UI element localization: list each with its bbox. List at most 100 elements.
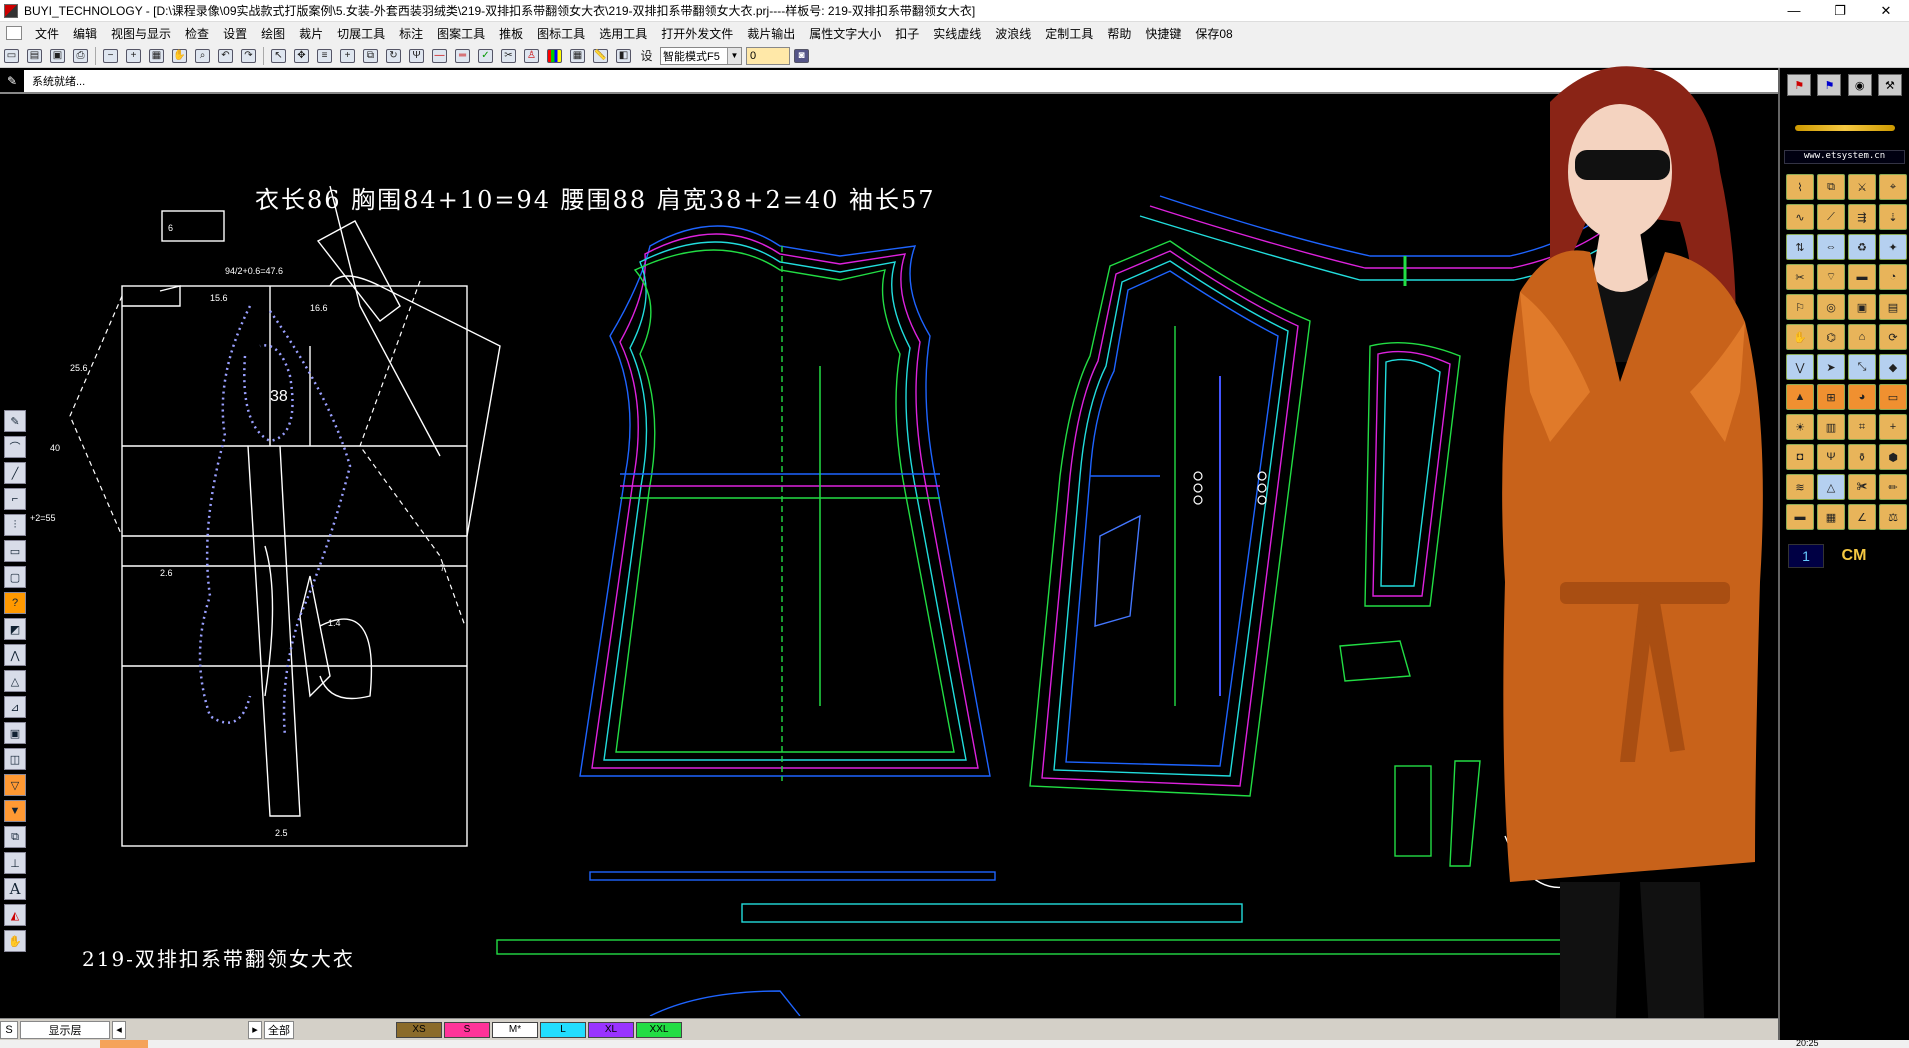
print-button[interactable]: ⎙ <box>70 46 91 66</box>
label-tool-icon[interactable]: ⊞ <box>1817 384 1845 410</box>
system-menu-icon[interactable] <box>6 26 22 40</box>
line-tool-button[interactable]: — <box>429 46 450 66</box>
line-tool-icon[interactable]: ╱ <box>4 462 26 484</box>
fork-tool-button[interactable]: Ψ <box>406 46 427 66</box>
extra-tool-button[interactable]: ◙ <box>791 46 812 66</box>
menu-icon-tools[interactable]: 图标工具 <box>530 25 592 42</box>
camera-icon[interactable]: ◉ <box>1847 74 1872 96</box>
dart-tool-icon[interactable]: ⋀ <box>4 644 26 666</box>
fork-piece-icon[interactable]: Ψ <box>1817 444 1845 470</box>
size-xs-button[interactable]: XS <box>396 1021 442 1038</box>
rotate-piece-icon[interactable]: ⟳ <box>1879 324 1907 350</box>
arrow-piece-icon[interactable]: ➤ <box>1817 354 1845 380</box>
triangle-tool-icon[interactable]: △ <box>4 670 26 692</box>
pencil-piece-icon[interactable]: ✏ <box>1879 474 1907 500</box>
menu-grading[interactable]: 推板 <box>492 25 530 42</box>
corner-tool-icon[interactable]: ⌐ <box>4 488 26 510</box>
grid-tool-button[interactable]: ▦ <box>567 46 588 66</box>
new-file-button[interactable]: ▭ <box>1 46 22 66</box>
unit-cm-label[interactable]: CM <box>1830 544 1878 568</box>
notch-tool-icon[interactable]: ⌔ <box>1817 264 1845 290</box>
save-button[interactable]: ▣ <box>47 46 68 66</box>
dart-piece-icon[interactable]: ⋁ <box>1786 354 1814 380</box>
trace-tool-icon[interactable]: ⌇ <box>1786 174 1814 200</box>
menu-buttons[interactable]: 扣子 <box>888 25 926 42</box>
pattern-tool-button[interactable]: ◧ <box>613 46 634 66</box>
size-xxl-button[interactable]: XXL <box>636 1021 682 1038</box>
mirror-tool-icon[interactable]: ⇔ <box>1817 234 1845 260</box>
copy-tool-button[interactable]: ⧉ <box>360 46 381 66</box>
tools-icon[interactable]: ⚒ <box>1877 74 1902 96</box>
cut-piece-icon[interactable]: ⌬ <box>1817 324 1845 350</box>
chart-tool-icon[interactable]: ▥ <box>1817 414 1845 440</box>
scroll-left-button[interactable]: ◂ <box>112 1020 126 1039</box>
size-m-button[interactable]: M* <box>492 1021 538 1038</box>
mode-select[interactable]: 智能模式F5 ▼ <box>660 46 742 65</box>
align-tool-button[interactable]: ≡ <box>314 46 335 66</box>
color-tool-button[interactable] <box>544 46 565 66</box>
zoom-in-button[interactable]: + <box>123 46 144 66</box>
menu-check[interactable]: 检查 <box>178 25 216 42</box>
disk-tool-icon[interactable]: ▣ <box>4 722 26 744</box>
cross-tool-button[interactable]: + <box>337 46 358 66</box>
cross-cut-icon[interactable]: ✂ <box>1786 264 1814 290</box>
graph-tool-icon[interactable]: ◫ <box>4 748 26 770</box>
fold-tool-icon[interactable]: ◩ <box>4 618 26 640</box>
folder-tool-icon[interactable]: ▭ <box>1879 384 1907 410</box>
layer-select[interactable]: 显示层 <box>20 1020 110 1039</box>
hand-piece-icon[interactable]: ✋ <box>1786 324 1814 350</box>
minimize-button[interactable]: — <box>1771 0 1817 22</box>
measure-tool-button[interactable]: 📏 <box>590 46 611 66</box>
undo-button[interactable]: ↶ <box>215 46 236 66</box>
scroll-right-button[interactable]: ▸ <box>248 1020 262 1039</box>
ring-tool-icon[interactable]: ◎ <box>1817 294 1845 320</box>
menu-wavy-line[interactable]: 波浪线 <box>988 25 1038 42</box>
restore-button[interactable]: ❐ <box>1817 0 1863 22</box>
menu-pieces[interactable]: 裁片 <box>292 25 330 42</box>
curve-edit-icon[interactable]: ∿ <box>1786 204 1814 230</box>
scale-tool-icon[interactable]: ⚖ <box>1879 504 1907 530</box>
recycle-tool-icon[interactable]: ♻ <box>1848 234 1876 260</box>
cup-tool-icon[interactable]: ▽ <box>4 774 26 796</box>
fit-screen-button[interactable]: ▦ <box>146 46 167 66</box>
pen-tool-icon[interactable]: ✎ <box>4 410 26 432</box>
bottle-tool-icon[interactable]: ⚱ <box>1848 444 1876 470</box>
thread-tool-icon[interactable]: ⇣ <box>1879 204 1907 230</box>
seam-tool-icon[interactable]: ▼ <box>4 800 26 822</box>
menu-edit[interactable]: 编辑 <box>66 25 104 42</box>
lamp-tool-icon[interactable]: ☀ <box>1786 414 1814 440</box>
close-button[interactable]: ✕ <box>1863 0 1909 22</box>
open-file-button[interactable]: ▤ <box>24 46 45 66</box>
flag-red-icon[interactable]: ⚑ <box>1787 74 1812 96</box>
square-tool-icon[interactable]: ▢ <box>4 566 26 588</box>
ruler-tool-icon[interactable]: ▬ <box>1848 264 1876 290</box>
menu-solid-dashed[interactable]: 实线虚线 <box>926 25 988 42</box>
s-button[interactable]: S <box>0 1020 18 1039</box>
menu-save08[interactable]: 保存08 <box>1188 25 1239 42</box>
menu-shortcuts[interactable]: 快捷键 <box>1138 25 1188 42</box>
size-l-button[interactable]: L <box>540 1021 586 1038</box>
dash-tool-button[interactable]: ═ <box>452 46 473 66</box>
plus-tool-icon[interactable]: + <box>1879 414 1907 440</box>
pie-tool-icon[interactable]: ◕ <box>1848 384 1876 410</box>
menu-draw[interactable]: 绘图 <box>254 25 292 42</box>
redo-button[interactable]: ↷ <box>238 46 259 66</box>
menu-slash-spread[interactable]: 切展工具 <box>330 25 392 42</box>
scissor-piece-icon[interactable]: ✀ <box>1848 474 1876 500</box>
zoom-out-button[interactable]: − <box>100 46 121 66</box>
help-tool-icon[interactable]: ? <box>4 592 26 614</box>
menu-settings[interactable]: 设置 <box>216 25 254 42</box>
menu-file[interactable]: 文件 <box>28 25 66 42</box>
screen-tool-icon[interactable]: ▤ <box>1879 294 1907 320</box>
menu-attribute-text-size[interactable]: 属性文字大小 <box>802 25 888 42</box>
menu-select-tools[interactable]: 选用工具 <box>592 25 654 42</box>
flag-tool-icon[interactable]: ⚐ <box>1786 294 1814 320</box>
split-tool-icon[interactable]: ⫶ <box>4 514 26 536</box>
unit-one-button[interactable]: 1 <box>1788 544 1824 568</box>
copy-piece-icon[interactable]: ⧉ <box>1817 174 1845 200</box>
size-s-button[interactable]: S <box>444 1021 490 1038</box>
menu-piece-output[interactable]: 裁片输出 <box>740 25 802 42</box>
text-tool-icon[interactable]: A <box>4 878 26 900</box>
star-tool-icon[interactable]: ✦ <box>1879 234 1907 260</box>
badge-tool-icon[interactable]: ⬢ <box>1879 444 1907 470</box>
